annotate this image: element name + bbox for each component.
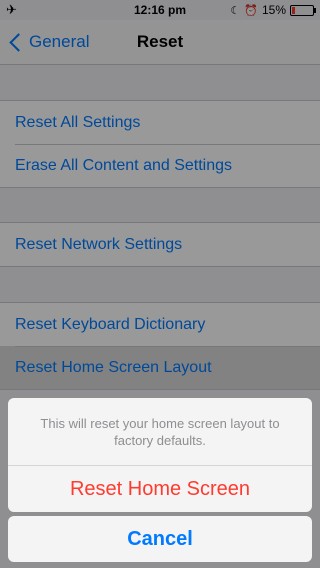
action-sheet-message: This will reset your home screen layout … <box>8 398 312 466</box>
cancel-button[interactable]: Cancel <box>8 516 312 562</box>
cancel-sheet: Cancel <box>8 516 312 562</box>
action-sheet: This will reset your home screen layout … <box>8 398 312 512</box>
reset-home-screen-button[interactable]: Reset Home Screen <box>8 466 312 512</box>
